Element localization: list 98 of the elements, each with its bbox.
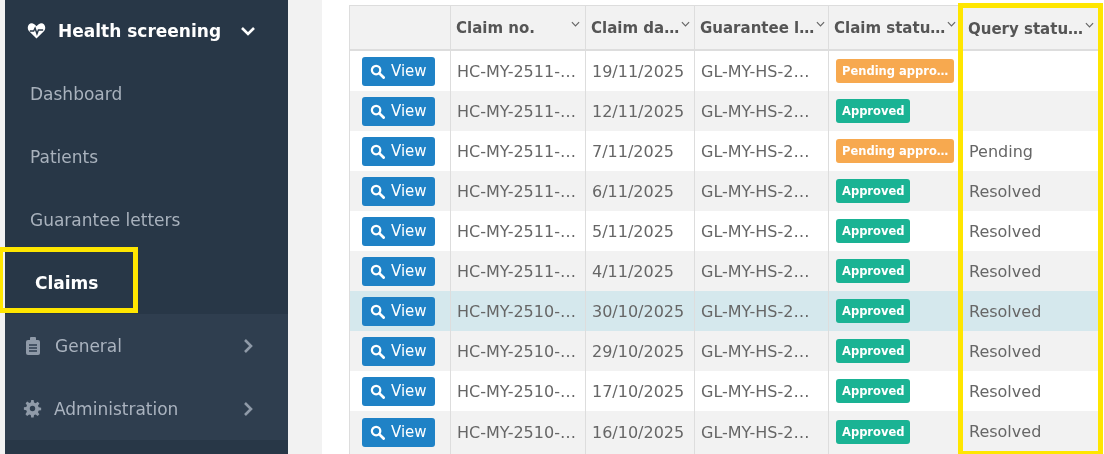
view-button[interactable]: View: [362, 376, 435, 406]
view-button[interactable]: View: [362, 96, 435, 126]
sidebar-item[interactable]: Claims: [5, 272, 99, 293]
sidebar-item[interactable]: Dashboard: [5, 83, 123, 104]
status-badge: Approved: [836, 259, 911, 283]
column-header[interactable]: Claim no.: [450, 5, 586, 50]
sidebar-group[interactable]: Administration: [5, 377, 288, 440]
table-cell: GL-MY-HS-2…: [701, 422, 810, 442]
view-button[interactable]: View: [362, 176, 435, 206]
table-cell: Resolved: [969, 421, 1042, 441]
settings-icon: [23, 399, 42, 418]
table-cell: HC-MY-2511-…: [457, 61, 576, 81]
table-cell: 16/10/2025: [592, 422, 685, 442]
column-header[interactable]: Claim da…: [585, 5, 695, 50]
search-icon: [370, 343, 385, 359]
table-cell: HC-MY-2511-…: [457, 101, 576, 121]
table-cell: HC-MY-2511-…: [457, 141, 576, 161]
status-badge: Approved: [836, 379, 911, 403]
clipboard-icon: [26, 336, 40, 355]
table-cell: GL-MY-HS-2…: [701, 301, 810, 321]
status-badge: Approved: [836, 99, 911, 123]
table-cell: GL-MY-HS-2…: [701, 381, 810, 401]
table-cell: GL-MY-HS-2…: [701, 181, 810, 201]
table-cell: Resolved: [969, 301, 1042, 321]
table-cell: 29/10/2025: [592, 341, 685, 361]
table-cell: 7/11/2025: [592, 141, 675, 161]
search-icon: [370, 424, 385, 440]
table-cell: HC-MY-2510-…: [457, 422, 576, 442]
table-cell: 6/11/2025: [592, 181, 675, 201]
table-cell: HC-MY-2511-…: [457, 261, 576, 281]
column-header[interactable]: [349, 5, 451, 50]
sort-caret-icon: [947, 20, 957, 27]
table-cell: GL-MY-HS-2…: [701, 101, 810, 121]
view-button[interactable]: View: [362, 296, 435, 326]
status-badge: Approved: [836, 420, 911, 445]
column-header[interactable]: Claim statu…: [828, 5, 961, 50]
table-cell: GL-MY-HS-2…: [701, 141, 810, 161]
table-cell: 5/11/2025: [592, 221, 675, 241]
table-cell: HC-MY-2510-…: [457, 301, 576, 321]
view-button[interactable]: View: [362, 256, 435, 286]
status-badge: Pending appro…: [836, 59, 955, 83]
search-icon: [370, 143, 385, 159]
table-cell: 30/10/2025: [592, 301, 685, 321]
search-icon: [370, 63, 385, 79]
search-icon: [370, 383, 385, 399]
sort-caret-icon: [816, 20, 826, 27]
table-cell: 17/10/2025: [592, 381, 685, 401]
table-cell: HC-MY-2510-…: [457, 341, 576, 361]
search-icon: [370, 183, 385, 199]
table-cell: HC-MY-2510-…: [457, 381, 576, 401]
sort-caret-icon: [681, 20, 691, 27]
table-cell: Resolved: [969, 261, 1042, 281]
sidebar-item[interactable]: Guarantee letters: [5, 209, 181, 230]
view-button[interactable]: View: [362, 216, 435, 246]
column-title: Claim no.: [456, 18, 535, 37]
view-button[interactable]: View: [362, 336, 435, 366]
table-cell: GL-MY-HS-2…: [701, 221, 810, 241]
search-icon: [370, 263, 385, 279]
status-badge: Pending appro…: [836, 139, 955, 163]
table-cell: GL-MY-HS-2…: [701, 61, 810, 81]
status-badge: Approved: [836, 339, 911, 363]
table-row[interactable]: View HC-MY-2510-… 16/10/2025 GL-MY-HS-2… Approved Resolved: [349, 411, 1101, 454]
table-cell: 12/11/2025: [592, 101, 685, 121]
sidebar-group-label: Health screening: [58, 21, 223, 41]
column-title: Claim statu…: [834, 18, 946, 37]
table-cell: GL-MY-HS-2…: [701, 261, 810, 281]
table-cell: Resolved: [969, 221, 1042, 241]
column-title: Query statu…: [968, 19, 1084, 38]
status-badge: Approved: [836, 299, 911, 323]
view-button[interactable]: View: [362, 56, 435, 86]
sort-caret-icon: [571, 20, 580, 27]
column-header[interactable]: Query statu…: [960, 5, 1101, 50]
table-cell: Resolved: [969, 341, 1042, 361]
sidebar-group[interactable]: Health screening: [5, 0, 288, 62]
view-button[interactable]: View: [362, 417, 435, 447]
table-cell: HC-MY-2511-…: [457, 221, 576, 241]
search-icon: [370, 303, 385, 319]
table-cell: HC-MY-2511-…: [457, 181, 576, 201]
column-header[interactable]: Guarantee l…: [694, 5, 829, 50]
table-cell: GL-MY-HS-2…: [701, 341, 810, 361]
sidebar-group-label: General: [55, 335, 123, 356]
sort-caret-icon: [1085, 21, 1095, 28]
status-badge: Approved: [836, 179, 911, 203]
search-icon: [370, 103, 385, 119]
table-cell: Resolved: [969, 181, 1042, 201]
table-cell: 4/11/2025: [592, 261, 675, 281]
sidebar-group[interactable]: General: [5, 314, 288, 377]
table-cell: 19/11/2025: [592, 61, 685, 81]
column-title: Claim da…: [591, 18, 680, 37]
table-cell: Resolved: [969, 381, 1042, 401]
heart-icon: [27, 22, 46, 40]
status-badge: Approved: [836, 219, 911, 243]
table-cell: Pending: [969, 141, 1033, 161]
sidebar-item[interactable]: Patients: [5, 146, 99, 167]
column-title: Guarantee l…: [700, 18, 815, 37]
sidebar-group-label: Administration: [54, 398, 180, 419]
search-icon: [370, 223, 385, 239]
view-button[interactable]: View: [362, 136, 435, 166]
